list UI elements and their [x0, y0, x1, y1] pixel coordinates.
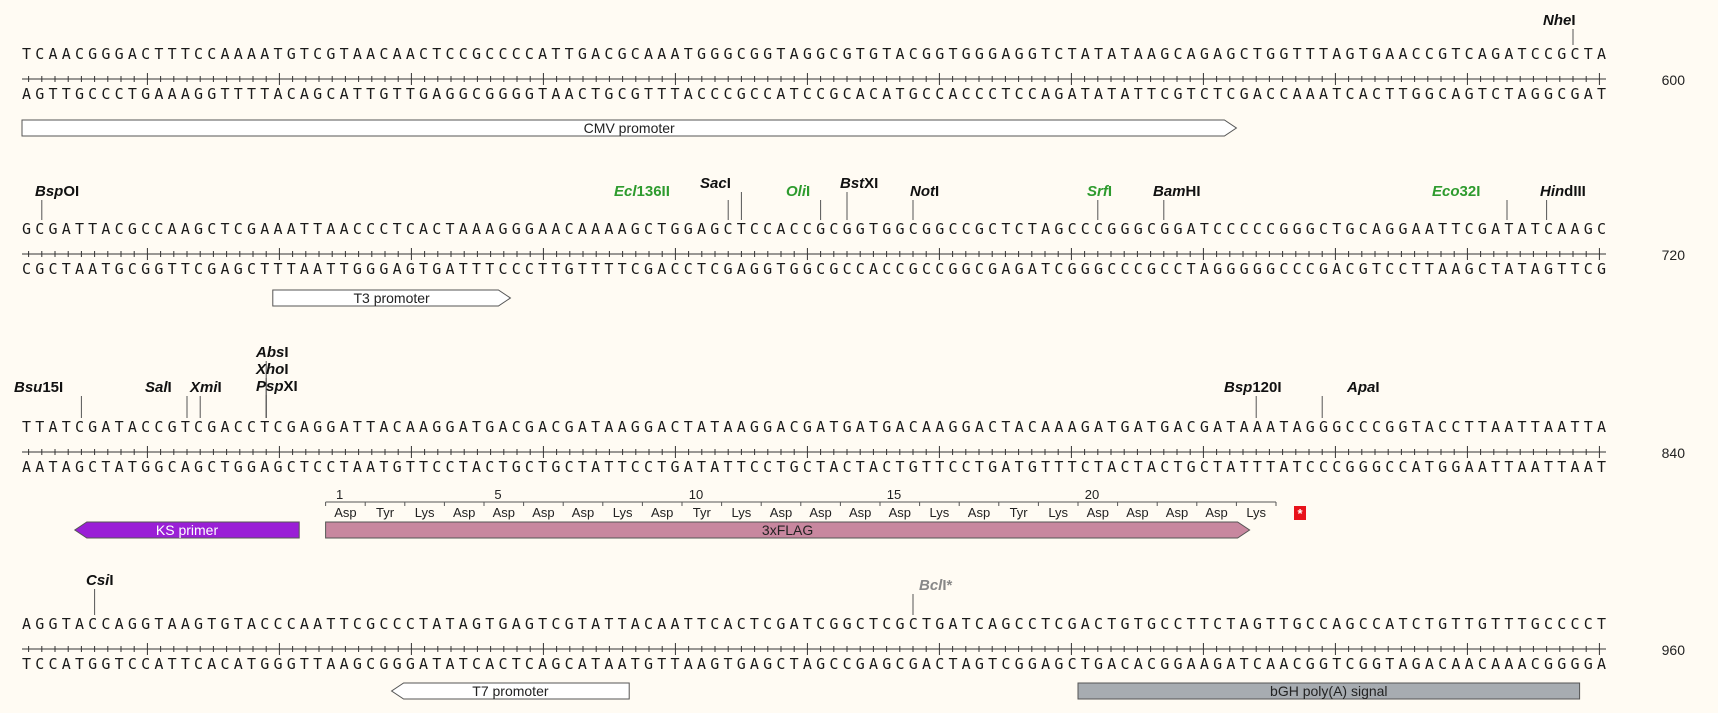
restriction-site[interactable]: HindIII	[1540, 183, 1586, 220]
amino-acid: Lys	[613, 505, 633, 520]
amino-acid: Lys	[1246, 505, 1266, 520]
restriction-site[interactable]: BclI*	[912, 577, 953, 615]
enzyme-label: NheI	[1543, 12, 1576, 29]
enzyme-label: Eco32I	[1432, 183, 1480, 200]
enzyme-label: Bsu15I	[14, 379, 63, 396]
feature-label: T3 promoter	[353, 290, 430, 306]
enzyme-label: SacI	[700, 175, 731, 192]
enzyme-label: Ecl136II	[614, 183, 670, 200]
restriction-site[interactable]: Bsp120I	[1224, 379, 1282, 418]
feature-annotation[interactable]: bGH poly(A) signal	[1077, 682, 1581, 700]
restriction-site[interactable]: SalI	[145, 379, 188, 418]
amino-acid: Asp	[453, 505, 475, 520]
feature-label: CMV promoter	[584, 120, 675, 136]
row-end-position: 720	[1662, 247, 1686, 263]
amino-acid: Asp	[770, 505, 792, 520]
amino-acid: Lys	[732, 505, 752, 520]
amino-acid: Asp	[889, 505, 911, 520]
restriction-site[interactable]: Bsu15I	[14, 379, 82, 418]
enzyme-label: CsiI	[86, 572, 114, 589]
residue-number: 10	[689, 487, 703, 502]
enzyme-label: BclI*	[919, 577, 953, 594]
restriction-site[interactable]: CsiI	[86, 572, 114, 615]
top-strand: TCAACGGGACTTTCCAAAATGTCGTAACAACTCCGCCCCA…	[22, 45, 1606, 63]
enzyme-label: HindIII	[1540, 183, 1586, 200]
amino-acid: Lys	[1048, 505, 1068, 520]
amino-acid: Tyr	[1010, 505, 1029, 520]
enzyme-label: BamHI	[1153, 183, 1201, 200]
residue-number: 15	[887, 487, 901, 502]
residue-number: 20	[1085, 487, 1099, 502]
sequence-map: TCAACGGGACTTTCCAAAATGTCGTAACAACTCCGCCCCA…	[14, 12, 1685, 700]
restriction-site[interactable]: SacI	[700, 175, 742, 220]
enzyme-label: Bsp120I	[1224, 379, 1282, 396]
restriction-site[interactable]: BstXI	[840, 175, 878, 220]
enzyme-label: BstXI	[840, 175, 878, 192]
sequence-row: GCGATTACGCCAAGCTCGAAATTAACCCTCACTAAAGGGA…	[22, 220, 1685, 278]
restriction-site[interactable]: Eco32I	[1432, 183, 1508, 220]
feature-label: KS primer	[156, 522, 219, 538]
amino-acid: Asp	[1087, 505, 1109, 520]
top-strand: AGGTACCAGGTAAGTGTACCCAATTCGCCCTATAGTGAGT…	[22, 615, 1606, 633]
restriction-site[interactable]: BspOI	[35, 183, 79, 220]
amino-acid: Asp	[809, 505, 831, 520]
feature-label: 3xFLAG	[762, 522, 813, 538]
restriction-site[interactable]: BamHI	[1153, 183, 1201, 220]
enzyme-label: NotI	[910, 183, 939, 200]
amino-acid: Asp	[849, 505, 871, 520]
feature-label: bGH poly(A) signal	[1270, 683, 1388, 699]
amino-acid: Tyr	[693, 505, 712, 520]
feature-annotation[interactable]: KS primer	[73, 521, 300, 539]
feature-annotation[interactable]: T7 promoter	[390, 682, 630, 700]
restriction-site[interactable]: SrfI	[1087, 183, 1112, 220]
amino-acid: Asp	[572, 505, 594, 520]
row-end-position: 960	[1662, 642, 1686, 658]
sequence-row: AGGTACCAGGTAAGTGTACCCAATTCGCCCTATAGTGAGT…	[22, 615, 1685, 673]
top-strand: GCGATTACGCCAAGCTCGAAATTAACCCTCACTAAAGGGA…	[22, 220, 1606, 238]
restriction-site[interactable]: NotI	[910, 183, 939, 220]
bottom-strand: AGTTGCCCTGAAAGGTTTTACAGCATTGTTGAGGCGGGGT…	[22, 85, 1606, 103]
row-end-position: 840	[1662, 445, 1686, 461]
amino-acid: Asp	[334, 505, 356, 520]
amino-acid: Asp	[1205, 505, 1227, 520]
amino-acid: Asp	[493, 505, 515, 520]
feature-annotation[interactable]: CMV promoter	[21, 119, 1238, 137]
bottom-strand: CGCTAATGCGGTTCGAGCTTTAATTGGGAGTGATTTCCCT…	[22, 260, 1606, 278]
enzyme-label: BspOI	[35, 183, 79, 200]
amino-acid: Asp	[968, 505, 990, 520]
enzyme-label: PspXI	[256, 378, 298, 395]
enzyme-label: AbsI	[255, 344, 289, 361]
enzyme-label: SalI	[145, 379, 172, 396]
enzyme-label: OliI	[786, 183, 810, 200]
amino-acid: Asp	[1166, 505, 1188, 520]
restriction-site[interactable]: PspXI	[256, 378, 298, 418]
residue-number: 1	[336, 487, 343, 502]
restriction-site[interactable]: ApaI	[1321, 379, 1380, 418]
bottom-strand: TCCATGGTCCATTCACATGGGTTAAGCGGGATATCACTCA…	[22, 655, 1606, 673]
bottom-strand: AATAGCTATGGCAGCTGGAGCTCCTAATGTTCCTACTGCT…	[22, 458, 1606, 476]
amino-acid: Lys	[930, 505, 950, 520]
enzyme-label: SrfI	[1087, 183, 1112, 200]
sequence-row: TTATCGATACCGTCGACCTCGAGGATTACAAGGATGACGA…	[22, 418, 1685, 476]
sequence-row: TCAACGGGACTTTCCAAAATGTCGTAACAACTCCGCCCCA…	[22, 45, 1685, 103]
amino-acid: Tyr	[376, 505, 395, 520]
amino-acid: Asp	[1126, 505, 1148, 520]
enzyme-label: ApaI	[1346, 379, 1380, 396]
feature-label: T7 promoter	[472, 683, 549, 699]
restriction-site[interactable]: XmiI	[189, 379, 222, 418]
top-strand: TTATCGATACCGTCGACCTCGAGGATTACAAGGATGACGA…	[22, 418, 1606, 436]
feature-annotation[interactable]: T3 promoter	[272, 289, 512, 307]
translation-track: Asp Tyr Lys Asp Asp Asp Asp Lys Asp Tyr Lys Asp Asp A…	[325, 487, 1306, 521]
residue-number: 5	[494, 487, 501, 502]
amino-acid: Asp	[532, 505, 554, 520]
amino-acid: Asp	[651, 505, 673, 520]
enzyme-label: XhoI	[255, 361, 289, 378]
restriction-site[interactable]: OliI	[786, 183, 822, 220]
restriction-site[interactable]: NheI	[1543, 12, 1576, 45]
feature-annotation[interactable]: 3xFLAG	[325, 521, 1251, 539]
amino-acid: Lys	[415, 505, 435, 520]
row-end-position: 600	[1662, 72, 1686, 88]
enzyme-label: XmiI	[189, 379, 222, 396]
